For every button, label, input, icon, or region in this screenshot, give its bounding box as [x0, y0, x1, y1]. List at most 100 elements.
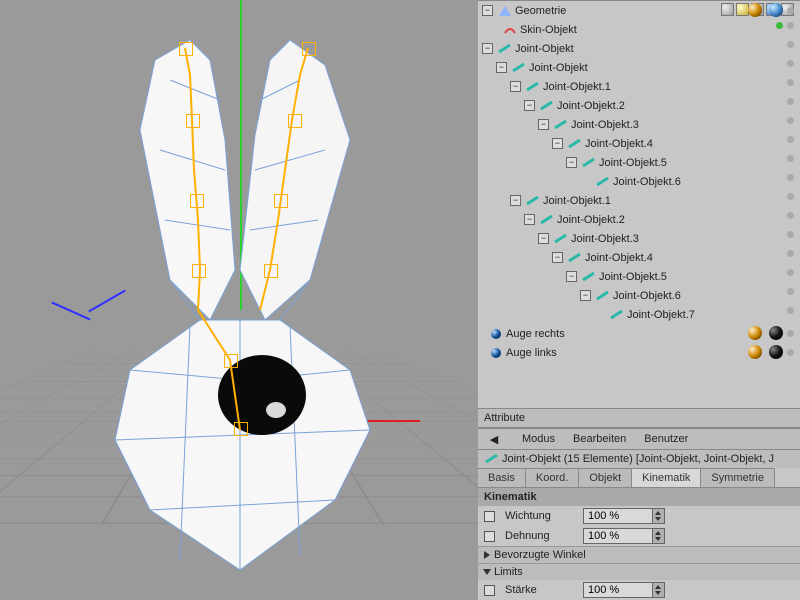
visibility-dot[interactable]	[787, 288, 794, 295]
expand-toggle[interactable]: −	[566, 157, 577, 168]
om-item-joint[interactable]: −Joint-Objekt.5	[478, 267, 800, 286]
visibility-dot[interactable]	[787, 60, 794, 67]
expand-toggle[interactable]: −	[580, 290, 591, 301]
sphere-icon	[491, 348, 501, 358]
om-item-joint[interactable]: −Joint-Objekt.3	[478, 115, 800, 134]
menu-benutzer[interactable]: Benutzer	[644, 433, 688, 445]
expand-toggle[interactable]: −	[510, 195, 521, 206]
visibility-dot[interactable]	[787, 330, 794, 337]
om-item-joint[interactable]: − Joint-Objekt.1	[478, 77, 800, 96]
spinner-icon[interactable]	[653, 582, 665, 598]
material-tag-icon[interactable]	[769, 3, 783, 17]
joint-handle[interactable]	[270, 270, 274, 274]
anim-key-checkbox[interactable]	[484, 511, 495, 522]
spinner-icon[interactable]	[653, 528, 665, 544]
spinner-icon[interactable]	[653, 508, 665, 524]
joint-handle[interactable]	[230, 360, 234, 364]
om-item-joint-root[interactable]: − Joint-Objekt	[478, 39, 800, 58]
viewport-3d[interactable]	[0, 0, 478, 600]
om-item-joint[interactable]: −Joint-Objekt.6	[478, 286, 800, 305]
om-item-geometrie[interactable]: − Geometrie	[478, 1, 800, 20]
expand-toggle[interactable]: −	[552, 252, 563, 263]
anim-key-checkbox[interactable]	[484, 531, 495, 542]
visibility-dot[interactable]	[787, 349, 794, 356]
om-item-joint[interactable]: −Joint-Objekt.4	[478, 134, 800, 153]
mesh-rabbit-head[interactable]	[70, 20, 410, 580]
material-tag-icon[interactable]	[769, 345, 783, 359]
om-item-joint[interactable]: −Joint-Objekt.1	[478, 191, 800, 210]
material-tag-icon[interactable]	[769, 326, 783, 340]
group-bevorzugte-winkel[interactable]: Bevorzugte Winkel	[478, 546, 800, 563]
visibility-dot[interactable]	[787, 174, 794, 181]
om-item-joint[interactable]: Joint-Objekt.7	[478, 305, 800, 324]
joint-handle[interactable]	[294, 120, 298, 124]
joint-icon	[526, 80, 540, 94]
expand-toggle[interactable]: −	[524, 100, 535, 111]
visibility-dot[interactable]	[787, 231, 794, 238]
joint-handle[interactable]	[308, 48, 312, 52]
visibility-dot[interactable]	[787, 41, 794, 48]
expand-toggle[interactable]: −	[524, 214, 535, 225]
om-item-eye-left[interactable]: Auge links	[478, 343, 800, 362]
expand-toggle[interactable]: −	[482, 43, 493, 54]
om-item-joint[interactable]: −Joint-Objekt.4	[478, 248, 800, 267]
menu-modus[interactable]: Modus	[522, 433, 555, 445]
tab-objekt[interactable]: Objekt	[579, 468, 632, 487]
anim-key-checkbox[interactable]	[484, 585, 495, 596]
visibility-dot[interactable]	[787, 155, 794, 162]
material-tag-icon[interactable]	[748, 3, 762, 17]
joint-handle[interactable]	[280, 200, 284, 204]
visibility-dot[interactable]	[787, 7, 794, 14]
om-item-joint[interactable]: −Joint-Objekt.2	[478, 210, 800, 229]
object-manager[interactable]: − Geometrie Skin-Objekt − Joint-Objekt −…	[478, 0, 800, 408]
param-label: Wichtung	[505, 510, 577, 522]
joint-icon	[610, 308, 624, 322]
joint-handle[interactable]	[185, 48, 189, 52]
joint-handle[interactable]	[240, 428, 244, 432]
visibility-dot[interactable]	[787, 117, 794, 124]
expand-toggle[interactable]: −	[538, 119, 549, 130]
enable-dot[interactable]	[776, 22, 783, 29]
om-item-joint[interactable]: −Joint-Objekt.5	[478, 153, 800, 172]
om-item-joint[interactable]: − Joint-Objekt	[478, 58, 800, 77]
param-dehnung: Dehnung	[478, 526, 800, 546]
tab-kinematik[interactable]: Kinematik	[632, 468, 701, 487]
tab-symmetrie[interactable]: Symmetrie	[701, 468, 775, 487]
visibility-dot[interactable]	[787, 250, 794, 257]
material-tag-icon[interactable]	[748, 326, 762, 340]
expand-toggle[interactable]: −	[482, 5, 493, 16]
material-tag-icon[interactable]	[748, 345, 762, 359]
expand-toggle[interactable]: −	[566, 271, 577, 282]
back-icon[interactable]: ◀	[487, 432, 501, 446]
visibility-dot[interactable]	[787, 136, 794, 143]
om-item-label: Joint-Objekt.1	[543, 81, 611, 93]
group-limits[interactable]: Limits	[478, 563, 800, 580]
om-item-skin[interactable]: Skin-Objekt	[478, 20, 800, 39]
tab-koord[interactable]: Koord.	[526, 468, 579, 487]
joint-handle[interactable]	[198, 270, 202, 274]
visibility-dot[interactable]	[787, 98, 794, 105]
om-item-joint[interactable]: Joint-Objekt.6	[478, 172, 800, 191]
staerke-input[interactable]	[583, 582, 653, 598]
om-item-joint[interactable]: −Joint-Objekt.3	[478, 229, 800, 248]
expand-toggle[interactable]: −	[552, 138, 563, 149]
expand-toggle[interactable]: −	[538, 233, 549, 244]
visibility-dot[interactable]	[787, 269, 794, 276]
expand-toggle[interactable]: −	[510, 81, 521, 92]
tab-basis[interactable]: Basis	[478, 468, 526, 487]
om-item-label: Skin-Objekt	[520, 24, 577, 36]
wichtung-input[interactable]	[583, 508, 653, 524]
joint-handle[interactable]	[192, 120, 196, 124]
visibility-dot[interactable]	[787, 79, 794, 86]
om-item-eye-right[interactable]: Auge rechts	[478, 324, 800, 343]
visibility-dot[interactable]	[787, 307, 794, 314]
dehnung-input[interactable]	[583, 528, 653, 544]
expand-toggle[interactable]: −	[496, 62, 507, 73]
skin-icon	[503, 23, 517, 37]
joint-handle[interactable]	[196, 200, 200, 204]
visibility-dot[interactable]	[787, 212, 794, 219]
menu-bearbeiten[interactable]: Bearbeiten	[573, 433, 626, 445]
visibility-dot[interactable]	[787, 22, 794, 29]
om-item-joint[interactable]: −Joint-Objekt.2	[478, 96, 800, 115]
visibility-dot[interactable]	[787, 193, 794, 200]
